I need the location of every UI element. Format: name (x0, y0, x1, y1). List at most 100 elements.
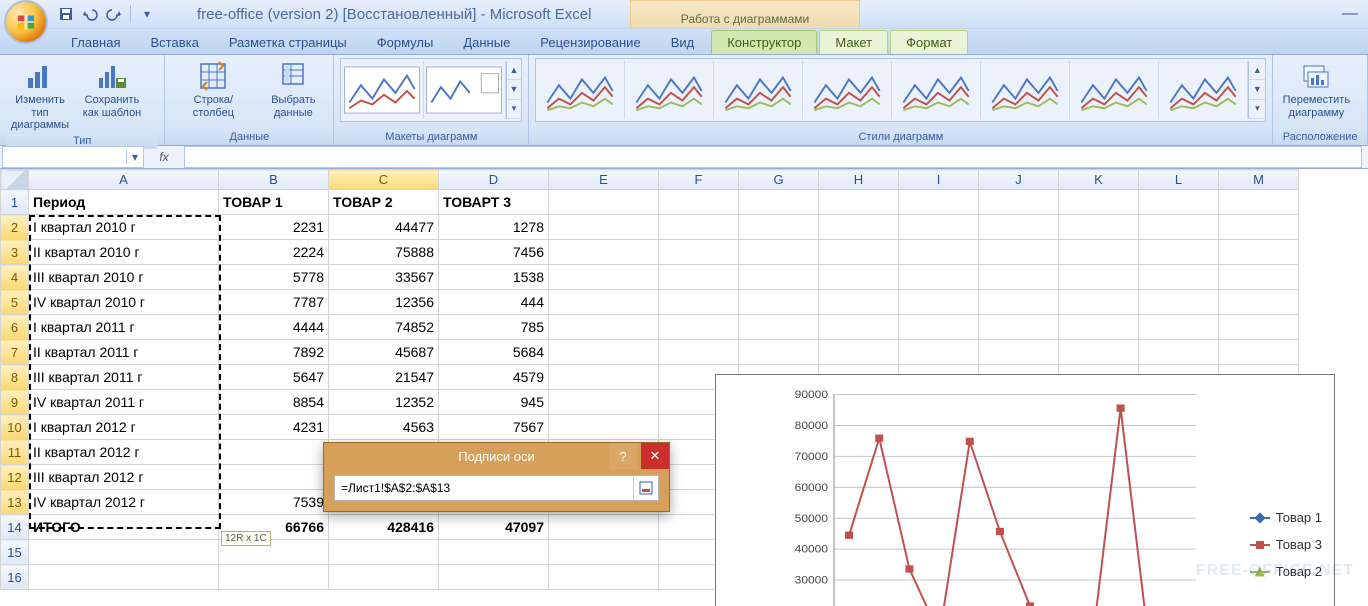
tab-view[interactable]: Вид (656, 31, 710, 54)
row-header[interactable]: 11 (1, 440, 29, 465)
cell[interactable] (1059, 240, 1139, 265)
cell[interactable] (549, 315, 659, 340)
cell[interactable] (329, 565, 439, 590)
column-header[interactable]: F (659, 170, 739, 190)
cell[interactable] (549, 190, 659, 215)
row-header[interactable]: 6 (1, 315, 29, 340)
column-header[interactable]: C (329, 170, 439, 190)
column-header[interactable]: J (979, 170, 1059, 190)
office-button[interactable] (4, 0, 48, 44)
cell[interactable]: II квартал 2012 г (29, 440, 219, 465)
cell[interactable] (979, 340, 1059, 365)
cell[interactable] (899, 290, 979, 315)
move-chart-button[interactable]: Переместить диаграмму (1279, 58, 1353, 121)
cell[interactable] (979, 190, 1059, 215)
chart-layouts-gallery[interactable]: ▲ ▼ ▾ (340, 58, 522, 122)
cell[interactable]: 2224 (219, 240, 329, 265)
cell[interactable]: 5647 (219, 365, 329, 390)
row-header[interactable]: 9 (1, 390, 29, 415)
cell[interactable] (1219, 190, 1299, 215)
cell[interactable] (979, 265, 1059, 290)
cell[interactable] (219, 440, 329, 465)
cell[interactable] (659, 315, 739, 340)
cell[interactable] (549, 540, 659, 565)
chart-style-thumb[interactable] (1159, 61, 1248, 119)
cell[interactable] (549, 340, 659, 365)
gallery-more-icon[interactable]: ▾ (507, 100, 522, 119)
cell[interactable]: 785 (439, 315, 549, 340)
cell[interactable] (899, 315, 979, 340)
cell[interactable] (819, 340, 899, 365)
row-header[interactable]: 3 (1, 240, 29, 265)
chart-style-thumb[interactable] (714, 61, 803, 119)
cell[interactable]: 7567 (439, 415, 549, 440)
cell[interactable] (739, 190, 819, 215)
cell[interactable]: 47097 (439, 515, 549, 540)
cell[interactable] (739, 265, 819, 290)
gallery-scroll-down-icon[interactable]: ▼ (507, 80, 522, 99)
cell[interactable] (29, 540, 219, 565)
cell[interactable] (899, 240, 979, 265)
minimize-button[interactable]: — (1342, 0, 1358, 28)
chart-styles-gallery[interactable]: ▲▼▾ (535, 58, 1266, 122)
cell[interactable]: 5778 (219, 265, 329, 290)
cell[interactable] (899, 265, 979, 290)
cell[interactable] (739, 315, 819, 340)
cell[interactable] (549, 390, 659, 415)
cell[interactable] (219, 565, 329, 590)
cell[interactable]: 74852 (329, 315, 439, 340)
cell[interactable] (819, 265, 899, 290)
select-data-button[interactable]: Выбрать данные (259, 58, 327, 121)
cell[interactable] (819, 315, 899, 340)
cell[interactable]: 4231 (219, 415, 329, 440)
cell[interactable] (739, 240, 819, 265)
row-header[interactable]: 15 (1, 540, 29, 565)
cell[interactable] (1059, 315, 1139, 340)
select-all-cell[interactable] (1, 170, 29, 190)
formula-input[interactable] (184, 146, 1362, 168)
row-header[interactable]: 8 (1, 365, 29, 390)
cell[interactable]: 12352 (329, 390, 439, 415)
cell[interactable]: I квартал 2010 г (29, 215, 219, 240)
cell[interactable] (979, 290, 1059, 315)
row-header[interactable]: 1 (1, 190, 29, 215)
cell[interactable] (659, 240, 739, 265)
axis-range-input[interactable] (335, 481, 633, 495)
tab-page-layout[interactable]: Разметка страницы (214, 31, 362, 54)
column-header[interactable]: G (739, 170, 819, 190)
cell[interactable] (1219, 290, 1299, 315)
cell[interactable]: 5684 (439, 340, 549, 365)
cell[interactable]: 7456 (439, 240, 549, 265)
row-header[interactable]: 5 (1, 290, 29, 315)
cell[interactable]: 7892 (219, 340, 329, 365)
chart-style-thumb[interactable] (536, 61, 625, 119)
cell[interactable]: IV квартал 2012 г (29, 490, 219, 515)
cell[interactable]: I квартал 2012 г (29, 415, 219, 440)
row-header[interactable]: 16 (1, 565, 29, 590)
cell[interactable]: 4579 (439, 365, 549, 390)
row-header[interactable]: 12 (1, 465, 29, 490)
name-box-dropdown-icon[interactable]: ▾ (126, 150, 143, 164)
cell[interactable]: 428416 (329, 515, 439, 540)
tab-home[interactable]: Главная (56, 31, 135, 54)
dialog-close-button[interactable]: ✕ (641, 443, 669, 469)
row-header[interactable]: 13 (1, 490, 29, 515)
gallery-scroll-up-icon[interactable]: ▲ (1249, 61, 1265, 80)
cell[interactable]: III квартал 2010 г (29, 265, 219, 290)
cell[interactable] (899, 340, 979, 365)
cell[interactable] (1059, 190, 1139, 215)
cell[interactable] (659, 340, 739, 365)
cell[interactable] (1219, 215, 1299, 240)
cell[interactable] (819, 240, 899, 265)
qat-customize-icon[interactable]: ▾ (137, 4, 157, 24)
cell[interactable] (439, 540, 549, 565)
row-header[interactable]: 2 (1, 215, 29, 240)
cell[interactable] (1219, 340, 1299, 365)
chart-layout-thumb[interactable] (341, 61, 423, 119)
cell[interactable] (1219, 240, 1299, 265)
cell[interactable]: II квартал 2011 г (29, 340, 219, 365)
cell[interactable] (549, 365, 659, 390)
cell[interactable]: 1278 (439, 215, 549, 240)
cell[interactable]: Период (29, 190, 219, 215)
column-header[interactable]: A (29, 170, 219, 190)
